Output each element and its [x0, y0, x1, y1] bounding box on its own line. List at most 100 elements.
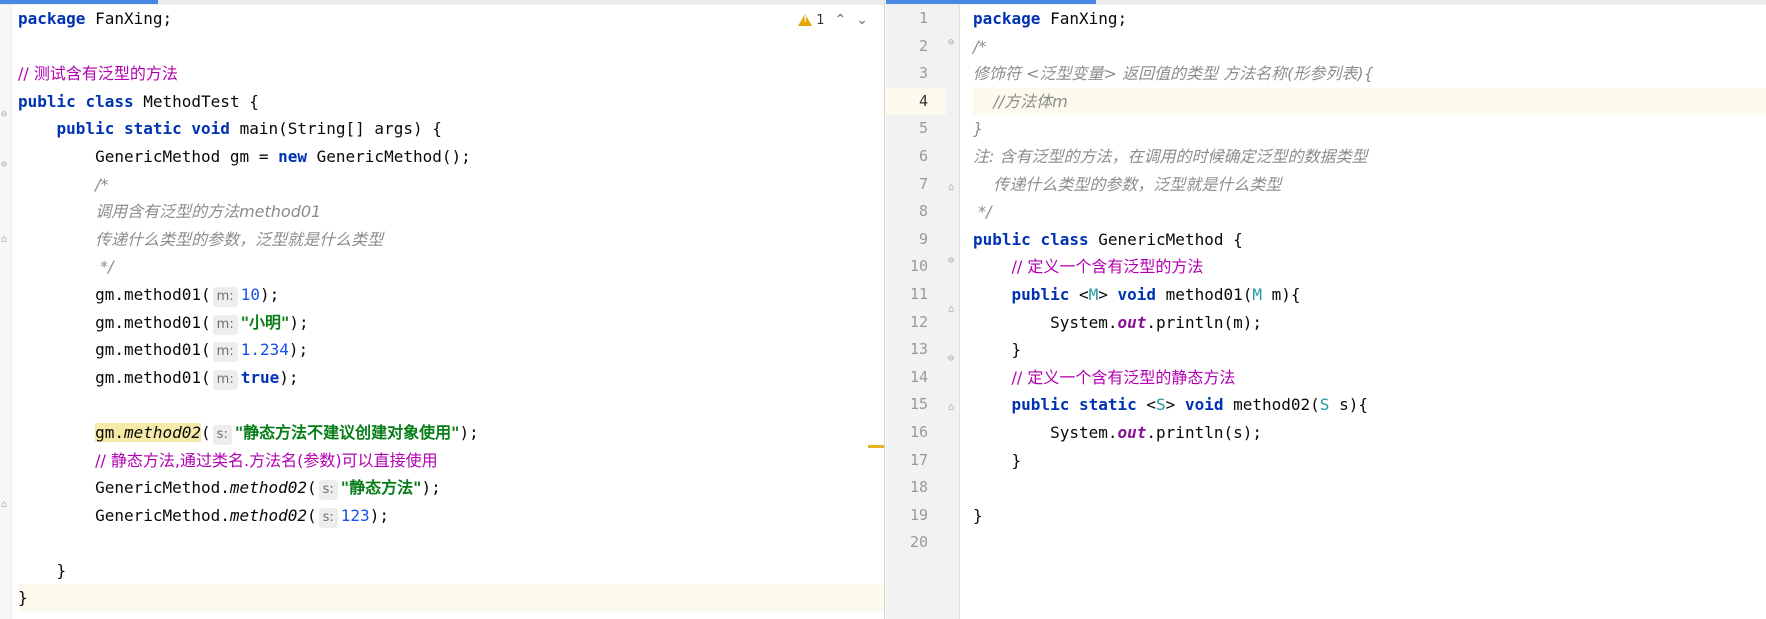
line-comment: // 定义一个含有泛型的静态方法: [1011, 367, 1236, 387]
fold-end-icon[interactable]: ⌂: [948, 403, 958, 413]
block-comment: */: [95, 257, 114, 277]
code-text: (: [201, 422, 211, 442]
fold-end-icon[interactable]: ⌂: [1, 500, 11, 510]
code-line: gm.method01(m: 10);: [18, 281, 884, 309]
keyword: public: [1011, 395, 1070, 415]
fold-end-icon[interactable]: ⌂: [948, 183, 958, 193]
line-number: 18: [909, 478, 928, 497]
fold-toggle-icon[interactable]: ⊖: [948, 256, 958, 266]
code-text: (: [306, 478, 317, 498]
keyword: new: [278, 146, 307, 166]
parameter-hint: s:: [212, 424, 232, 445]
keyword: package: [18, 9, 86, 28]
code-text: GenericMethod {: [1088, 229, 1243, 249]
code-line: // 定义一个含有泛型的方法: [973, 253, 1766, 281]
code-text: }: [18, 588, 28, 608]
line-number: 1: [918, 9, 928, 27]
code-line: // 定义一个含有泛型的静态方法: [973, 364, 1766, 392]
code-text: );: [421, 478, 441, 498]
code-text: m){: [1262, 284, 1301, 304]
code-text: }: [1011, 450, 1022, 470]
keyword: void: [191, 119, 230, 139]
fold-toggle-icon[interactable]: ⊖: [1, 110, 11, 120]
keyword: static: [123, 119, 182, 139]
code-text: gm.method01(: [95, 312, 211, 332]
fold-gutter: ⊖ ⌂ ⊖ ⌂ ⊖ ⌂: [946, 5, 960, 619]
left-editor-pane[interactable]: ⊖ ⊖ ⌂ ⌂ 1 ⌃ ⌄ package FanXing; // 测试含有泛型…: [0, 0, 885, 619]
type-parameter: M: [1252, 284, 1262, 304]
code-line: gm.method01(m: true);: [18, 364, 884, 392]
boolean-literal: true: [240, 367, 280, 387]
parameter-hint: s:: [318, 507, 338, 528]
block-comment: /*: [95, 174, 109, 194]
keyword: public: [56, 119, 115, 139]
code-text: main(String[] args) {: [229, 119, 442, 139]
code-area[interactable]: package FanXing; // 测试含有泛型的方法 public cla…: [18, 5, 884, 613]
code-area[interactable]: package FanXing; /* 修饰符 <泛型变量> 返回值的类型 方法…: [973, 5, 1766, 557]
code-text: );: [259, 284, 280, 304]
code-text: }: [56, 560, 67, 580]
line-comment: // 定义一个含有泛型的方法: [1011, 257, 1204, 277]
line-number: 13: [909, 340, 928, 359]
code-line: }: [18, 584, 884, 613]
string-literal: "静态方法不建议创建对象使用": [234, 422, 460, 442]
fold-toggle-icon[interactable]: ⊖: [1, 160, 11, 170]
keyword: package: [973, 9, 1041, 28]
highlighted-usage: gm.: [95, 422, 124, 442]
code-text: >: [1098, 284, 1118, 304]
active-tab-indicator: [0, 0, 158, 4]
code-line: package FanXing;: [18, 5, 884, 33]
keyword: class: [1040, 229, 1089, 249]
code-line: }: [18, 557, 884, 585]
block-comment: */: [973, 202, 992, 222]
static-method-name: method02: [229, 505, 307, 525]
code-line: }: [973, 447, 1766, 475]
code-text: GenericMethod.: [95, 478, 230, 498]
code-line: */: [18, 253, 884, 281]
code-text: GenericMethod gm =: [95, 146, 279, 166]
code-text: method02(: [1223, 395, 1320, 415]
code-line: 传递什么类型的参数，泛型就是什么类型: [973, 171, 1766, 199]
code-text: );: [459, 422, 479, 442]
keyword: class: [85, 91, 134, 111]
code-text: }: [1011, 340, 1022, 360]
fold-toggle-icon[interactable]: ⊖: [948, 38, 958, 48]
code-text: >: [1165, 395, 1185, 415]
code-line: System.out.println(m);: [973, 309, 1766, 337]
code-line: public class MethodTest {: [18, 88, 884, 116]
line-comment: // 测试含有泛型的方法: [18, 64, 178, 84]
keyword: public: [18, 91, 76, 111]
code-line: GenericMethod.method02(s: 123);: [18, 502, 884, 530]
number-literal: 10: [240, 284, 260, 304]
type-parameter: S: [1319, 395, 1330, 415]
code-line: gm.method02(s: "静态方法不建议创建对象使用");: [18, 419, 884, 447]
line-number: 11: [909, 284, 928, 303]
type-parameter: S: [1156, 395, 1166, 415]
block-comment: //方法体m: [973, 91, 1068, 111]
code-line: public static void main(String[] args) {: [18, 115, 884, 143]
fold-end-icon[interactable]: ⌂: [1, 235, 11, 245]
code-line: }: [973, 502, 1766, 530]
line-comment: // 静态方法,通过类名.方法名(参数)可以直接使用: [95, 450, 438, 470]
line-number: 16: [909, 422, 928, 441]
fold-end-icon[interactable]: ⌂: [948, 305, 958, 315]
code-line: 传递什么类型的参数，泛型就是什么类型: [18, 226, 884, 254]
code-line: /*: [973, 33, 1766, 61]
code-line: GenericMethod.method02(s: "静态方法");: [18, 474, 884, 502]
line-number: 4: [886, 87, 946, 116]
code-text: GenericMethod.: [95, 505, 230, 525]
static-method-name: method02: [229, 478, 307, 498]
line-number: 10: [909, 257, 928, 276]
block-comment: 修饰符 <泛型变量> 返回值的类型 方法名称(形参列表){: [973, 64, 1374, 84]
fold-toggle-icon[interactable]: ⊖: [948, 354, 958, 364]
number-literal: 1.234: [240, 340, 289, 360]
code-line: public <M> void method01(M m){: [973, 281, 1766, 309]
keyword: void: [1117, 284, 1157, 304]
code-text: <: [1069, 284, 1089, 304]
code-line: public static <S> void method02(S s){: [973, 391, 1766, 419]
code-line: */: [973, 198, 1766, 226]
parameter-hint: m:: [212, 286, 238, 307]
right-editor-pane[interactable]: 1 2 3 4 5 6 7 8 9 10 11 12 13 14 15 16 17 18 19 20 ⊖ ⌂ ⊖ ⌂ …: [886, 0, 1766, 619]
code-line: 注: 含有泛型的方法，在调用的时候确定泛型的数据类型: [973, 143, 1766, 171]
